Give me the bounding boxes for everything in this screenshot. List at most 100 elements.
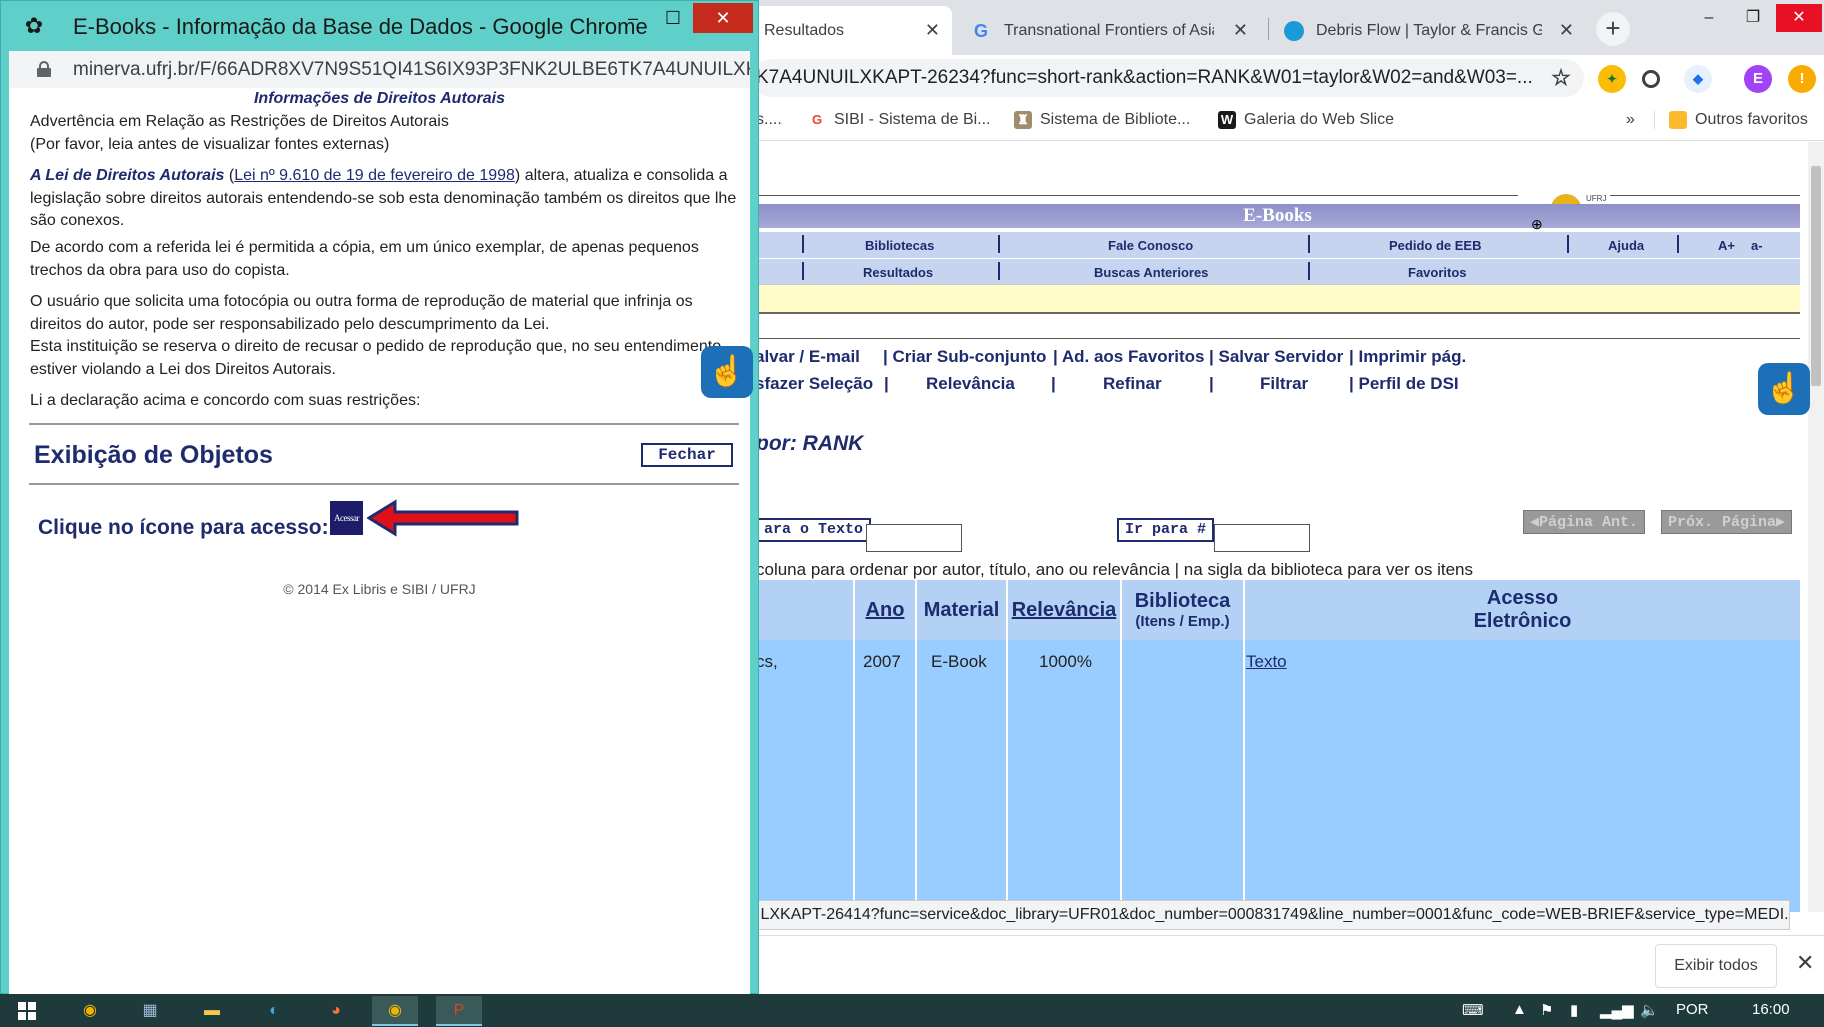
- sort-label: por: RANK: [756, 432, 864, 455]
- nav-favoritos[interactable]: Favoritos: [1408, 265, 1467, 280]
- language-indicator[interactable]: POR: [1676, 1001, 1709, 1018]
- tab-transnational-frontiers[interactable]: G Transnational Frontiers of Asia a ✕: [960, 6, 1260, 55]
- action-imprimir[interactable]: | Imprimir pág.: [1349, 347, 1466, 367]
- results-table: Ano Material Relevância Biblioteca (Iten…: [755, 580, 1800, 912]
- update-alert-icon[interactable]: !: [1788, 65, 1816, 93]
- next-page-button[interactable]: Próx. Página▶: [1661, 510, 1793, 534]
- accessibility-hand-icon[interactable]: ☝: [1758, 363, 1810, 415]
- header-line: Biblioteca: [1134, 590, 1231, 612]
- profile-avatar[interactable]: E: [1744, 65, 1772, 93]
- action-relevancia[interactable]: Relevância: [926, 374, 1015, 394]
- bookmark-item[interactable]: s....: [756, 111, 782, 129]
- action-refinar[interactable]: Refinar: [1103, 374, 1162, 394]
- address-bar[interactable]: K7A4UNUILXKAPT-26234?func=short-rank&act…: [752, 59, 1584, 97]
- separator: [998, 262, 1000, 280]
- row-material: E-Book: [931, 652, 987, 671]
- bookmark-label: s....: [756, 111, 782, 128]
- lock-icon: [37, 61, 51, 77]
- action-center-flag-icon[interactable]: ⚑: [1540, 1001, 1553, 1019]
- bookmark-web-slice[interactable]: W Galeria do Web Slice: [1218, 111, 1394, 129]
- bookmark-star-icon[interactable]: ☆: [1547, 64, 1575, 92]
- nav-buscas-anteriores[interactable]: Buscas Anteriores: [1094, 265, 1208, 280]
- go-to-text-button[interactable]: ara o Texto: [756, 518, 872, 542]
- tab-close-icon[interactable]: ✕: [925, 20, 940, 41]
- column-relevancia-header[interactable]: Relevância: [1008, 580, 1120, 640]
- extension-shield-icon[interactable]: ◆: [1684, 65, 1712, 93]
- tab-debris-flow[interactable]: Debris Flow | Taylor & Francis G ✕: [1270, 6, 1586, 55]
- law-link[interactable]: Lei nº 9.610 de 19 de fevereiro de 1998: [234, 167, 515, 184]
- scrollbar-thumb[interactable]: [1811, 166, 1821, 386]
- new-tab-button[interactable]: +: [1596, 12, 1630, 46]
- header-line: Eletrônico: [1473, 610, 1572, 632]
- battery-icon[interactable]: ▮: [1570, 1001, 1578, 1019]
- network-icon[interactable]: ▂▄▆: [1600, 1001, 1634, 1019]
- column-ano-header[interactable]: Ano: [855, 580, 915, 640]
- close-button[interactable]: Fechar: [641, 443, 733, 467]
- close-window-button[interactable]: ✕: [693, 3, 753, 33]
- action-salvar-email[interactable]: alvar / E-mail: [755, 347, 860, 367]
- nav-ajuda[interactable]: Ajuda: [1608, 238, 1644, 253]
- extension-icon[interactable]: ✦: [1598, 65, 1626, 93]
- font-increase[interactable]: A+: [1718, 238, 1735, 253]
- popup-window: ✿ E-Books - Informação da Base de Dados …: [0, 0, 759, 994]
- nav-fale-conosco[interactable]: Fale Conosco: [1108, 238, 1193, 253]
- action-perfil-dsi[interactable]: | Perfil de DSI: [1349, 374, 1459, 394]
- google-icon: G: [811, 112, 823, 127]
- row-access-text-link[interactable]: Texto: [1246, 652, 1287, 672]
- red-arrow-annotation: [367, 499, 519, 537]
- nav-pedido-eeb[interactable]: Pedido de EEB: [1389, 238, 1481, 253]
- clock[interactable]: 16:00: [1752, 1001, 1790, 1018]
- close-icon[interactable]: ✕: [1796, 950, 1814, 976]
- action-salvar-servidor[interactable]: | Salvar Servidor: [1209, 347, 1343, 367]
- tab-close-icon[interactable]: ✕: [1233, 20, 1248, 41]
- nav-bibliotecas[interactable]: Bibliotecas: [865, 238, 934, 253]
- minimize-button[interactable]: –: [613, 3, 653, 35]
- calculator-icon[interactable]: ▦: [130, 996, 170, 1026]
- bookmark-label: Outros favoritos: [1695, 111, 1808, 128]
- popup-title: E-Books - Informação da Base de Dados - …: [73, 14, 648, 39]
- page-scrollbar[interactable]: [1808, 142, 1824, 912]
- go-to-number-button[interactable]: Ir para #: [1117, 518, 1215, 542]
- access-icon[interactable]: Acessar: [330, 501, 363, 535]
- previous-page-button[interactable]: ◀Página Ant.: [1523, 510, 1646, 534]
- separator: [802, 262, 804, 280]
- accessibility-hand-icon[interactable]: ☝: [701, 346, 753, 398]
- other-bookmarks-folder[interactable]: Outros favoritos: [1654, 111, 1808, 129]
- chrome-open-icon[interactable]: ◉: [372, 996, 418, 1026]
- file-explorer-icon[interactable]: ▬: [192, 996, 232, 1026]
- volume-icon[interactable]: 🔈: [1640, 1001, 1659, 1019]
- bookmark-sistema-biblioteca[interactable]: ♜ Sistema de Bibliote...: [1014, 111, 1190, 129]
- separator: [802, 235, 804, 253]
- windows-start-icon[interactable]: [18, 1002, 36, 1020]
- nav-row-secondary: Resultados Buscas Anteriores Favoritos: [755, 259, 1800, 285]
- tab-resultados[interactable]: Resultados ✕: [752, 6, 952, 55]
- chrome-icon[interactable]: ◉: [70, 996, 110, 1026]
- nav-row-primary: Bibliotecas Fale Conosco Pedido de EEB A…: [755, 232, 1800, 258]
- tab-close-icon[interactable]: ✕: [1559, 20, 1574, 41]
- bookmarks-overflow-button[interactable]: »: [1626, 111, 1635, 129]
- extension-circle-icon[interactable]: [1642, 70, 1660, 88]
- popup-titlebar[interactable]: ✿ E-Books - Informação da Base de Dados …: [1, 1, 758, 51]
- popup-address-bar[interactable]: minerva.ufrj.br/F/66ADR8XV7N9S51QI41S6IX…: [9, 51, 750, 88]
- font-decrease[interactable]: a-: [1751, 238, 1763, 253]
- action-criar-subconjunto[interactable]: | Criar Sub-conjunto: [883, 347, 1046, 367]
- warning-notice: Advertência em Relação as Restrições de …: [30, 111, 745, 156]
- go-to-number-input[interactable]: [1214, 524, 1310, 552]
- firefox-icon[interactable]: ◕: [316, 996, 356, 1026]
- restore-button[interactable]: ❐: [1730, 4, 1776, 32]
- keyboard-icon[interactable]: ⌨: [1462, 1001, 1484, 1019]
- action-favoritos[interactable]: | Ad. aos Favoritos: [1053, 347, 1205, 367]
- minimize-button[interactable]: –: [1686, 4, 1732, 32]
- close-window-button[interactable]: ✕: [1776, 4, 1822, 32]
- action-filtrar[interactable]: Filtrar: [1260, 374, 1308, 394]
- edge-icon[interactable]: ◐: [254, 996, 294, 1026]
- show-all-downloads-button[interactable]: Exibir todos: [1655, 944, 1777, 988]
- row-title-fragment[interactable]: cs,: [756, 652, 778, 672]
- maximize-button[interactable]: ☐: [653, 3, 693, 35]
- show-hidden-icons[interactable]: ▲: [1512, 1001, 1527, 1018]
- powerpoint-icon[interactable]: P: [436, 996, 482, 1026]
- nav-resultados[interactable]: Resultados: [863, 265, 933, 280]
- action-desfazer-selecao[interactable]: sfazer Seleção: [755, 374, 873, 394]
- go-to-text-input[interactable]: [866, 524, 962, 552]
- bookmark-sibi[interactable]: G SIBI - Sistema de Bi...: [808, 111, 991, 129]
